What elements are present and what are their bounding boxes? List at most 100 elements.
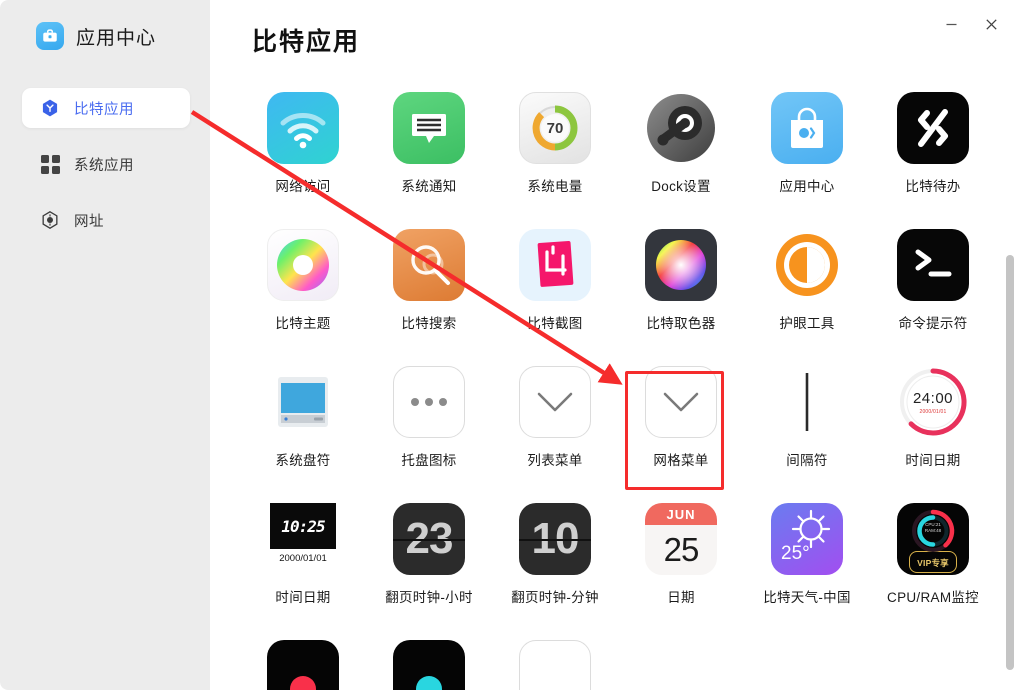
app-item-system-notification[interactable]: 系统通知	[366, 82, 492, 201]
disk-drive-icon	[267, 366, 339, 438]
page-title: 比特应用	[252, 28, 361, 56]
sidebar: 应用中心 比特应用 系统应用 网址	[0, 0, 210, 690]
sidebar-item-system-apps[interactable]: 系统应用	[22, 144, 190, 184]
app-store-bag-icon	[771, 92, 843, 164]
digital-date: 2000/01/01	[279, 553, 327, 564]
wifi-icon	[267, 92, 339, 164]
cpu-ram-monitor-icon: CPU:21 RAM:48 VIP专享	[897, 503, 969, 575]
sidebar-item-bit-apps[interactable]: 比特应用	[22, 88, 190, 128]
app-label: 比特天气-中国	[763, 590, 851, 605]
flip-clock-icon: 10	[519, 503, 591, 575]
digital-clock-icon: 10:25 2000/01/01	[267, 503, 339, 575]
crop-screenshot-icon	[519, 229, 591, 301]
ring-clock-icon: 24:00 2000/01/01	[897, 366, 969, 438]
app-item-list-menu[interactable]: 列表菜单	[492, 356, 618, 475]
app-item-bit-color-picker[interactable]: 比特取色器	[618, 219, 744, 338]
app-item-bit-theme[interactable]: 比特主题	[240, 219, 366, 338]
clock-date: 2000/01/01	[919, 408, 947, 415]
app-grid: 网络访问 系统通知 70 系统电量 Dock设置 应用中心 比特待办 比特主题 …	[240, 82, 996, 690]
calendar-month: JUN	[666, 506, 696, 522]
app-item-partial[interactable]	[366, 630, 492, 690]
main-panel: 比特应用 网络访问 系统通知 70 系统电量 Dock设置 应用中心 比特待办 …	[210, 0, 1020, 690]
battery-value: 70	[546, 119, 564, 137]
app-label: 翻页时钟-小时	[385, 590, 473, 605]
app-item-tray-icon[interactable]: 托盘图标	[366, 356, 492, 475]
app-item-bit-screenshot[interactable]: 比特截图	[492, 219, 618, 338]
app-item-digital-clock[interactable]: 10:25 2000/01/01 时间日期	[240, 493, 366, 612]
digital-time: 10:25	[281, 516, 325, 536]
notification-bubble-icon	[393, 92, 465, 164]
app-label: 网络访问	[275, 179, 331, 194]
app-label: 比特截图	[527, 316, 583, 331]
app-label: 比特主题	[275, 316, 331, 331]
app-item-bit-weather[interactable]: 25° 比特天气-中国	[744, 493, 870, 612]
clock-time: 24:00	[912, 389, 954, 407]
app-item-bit-todo[interactable]: 比特待办	[870, 82, 996, 201]
sidebar-item-websites[interactable]: 网址	[22, 200, 190, 240]
weather-sun-icon: 25°	[771, 503, 843, 575]
app-label: 护眼工具	[779, 316, 835, 331]
app-item-command-prompt[interactable]: 命令提示符	[870, 219, 996, 338]
app-item-flip-clock-hour[interactable]: 23 翻页时钟-小时	[366, 493, 492, 612]
sidebar-item-label: 比特应用	[74, 101, 134, 118]
weather-temp: 25°	[781, 543, 810, 564]
terminal-prompt-icon	[897, 229, 969, 301]
app-window: 应用中心 比特应用 系统应用 网址 比特应用 网络访问 系统通知 70 系统电量…	[0, 0, 1020, 690]
app-row: 10:25 2000/01/01 时间日期 23 翻页时钟-小时 10 翻页时钟…	[240, 493, 996, 612]
app-label: 系统盘符	[275, 453, 331, 468]
minimize-button[interactable]	[936, 10, 966, 38]
app-label: 列表菜单	[527, 453, 583, 468]
calendar-icon: JUN 25	[645, 503, 717, 575]
app-label: Dock设置	[651, 179, 711, 194]
app-item-eye-protection[interactable]: 护眼工具	[744, 219, 870, 338]
hexagon-y-icon	[40, 98, 60, 118]
app-item-app-center[interactable]: 应用中心	[744, 82, 870, 201]
app-label: 比特搜索	[401, 316, 457, 331]
app-item-partial[interactable]	[240, 630, 366, 690]
brand: 应用中心	[36, 22, 156, 50]
scrollbar-thumb[interactable]	[1006, 255, 1014, 670]
app-item-system-drive[interactable]: 系统盘符	[240, 356, 366, 475]
app-item-bit-search[interactable]: 比特搜索	[366, 219, 492, 338]
app-row: 网络访问 系统通知 70 系统电量 Dock设置 应用中心 比特待办	[240, 82, 996, 201]
sidebar-item-label: 网址	[74, 213, 104, 230]
app-item-grid-menu[interactable]: 网格菜单	[618, 356, 744, 475]
window-controls	[936, 10, 1006, 38]
app-label: 系统电量	[527, 179, 583, 194]
app-item-dock-settings[interactable]: Dock设置	[618, 82, 744, 201]
app-label: 比特待办	[905, 179, 961, 194]
app-label: 间隔符	[786, 453, 828, 468]
app-row: 比特主题 比特搜索 比特截图 比特取色器 护眼工具 命令提示符	[240, 219, 996, 338]
app-label: 系统通知	[401, 179, 457, 194]
app-icon-partial	[519, 640, 591, 690]
app-label: 日期	[667, 590, 695, 605]
sidebar-item-label: 系统应用	[74, 157, 134, 174]
vertical-bar-icon	[771, 366, 843, 438]
app-item-flip-clock-minute[interactable]: 10 翻页时钟-分钟	[492, 493, 618, 612]
calendar-day: 25	[663, 531, 700, 568]
dock-settings-icon	[645, 92, 717, 164]
app-icon-partial	[267, 640, 339, 690]
app-item-separator[interactable]: 间隔符	[744, 356, 870, 475]
chevron-down-icon	[519, 366, 591, 438]
app-label: 翻页时钟-分钟	[511, 590, 599, 605]
chevron-down-icon	[645, 366, 717, 438]
grid-squares-icon	[40, 154, 60, 174]
sidebar-nav: 比特应用 系统应用 网址	[22, 88, 190, 256]
briefcase-icon	[36, 22, 64, 50]
globe-hexagon-icon	[40, 210, 60, 230]
color-picker-wheel-icon	[645, 229, 717, 301]
app-label: 托盘图标	[401, 453, 457, 468]
app-label: 网格菜单	[653, 453, 709, 468]
app-item-network-access[interactable]: 网络访问	[240, 82, 366, 201]
app-label: 命令提示符	[898, 316, 968, 331]
close-button[interactable]	[976, 10, 1006, 38]
app-item-ring-clock[interactable]: 24:00 2000/01/01 时间日期	[870, 356, 996, 475]
flip-clock-icon: 23	[393, 503, 465, 575]
app-item-system-battery[interactable]: 70 系统电量	[492, 82, 618, 201]
app-item-date[interactable]: JUN 25 日期	[618, 493, 744, 612]
color-wheel-ring-icon	[267, 229, 339, 301]
app-item-partial[interactable]	[492, 630, 618, 690]
battery-gauge-icon: 70	[519, 92, 591, 164]
app-item-cpu-ram-monitor[interactable]: CPU:21 RAM:48 VIP专享 CPU/RAM监控	[870, 493, 996, 612]
